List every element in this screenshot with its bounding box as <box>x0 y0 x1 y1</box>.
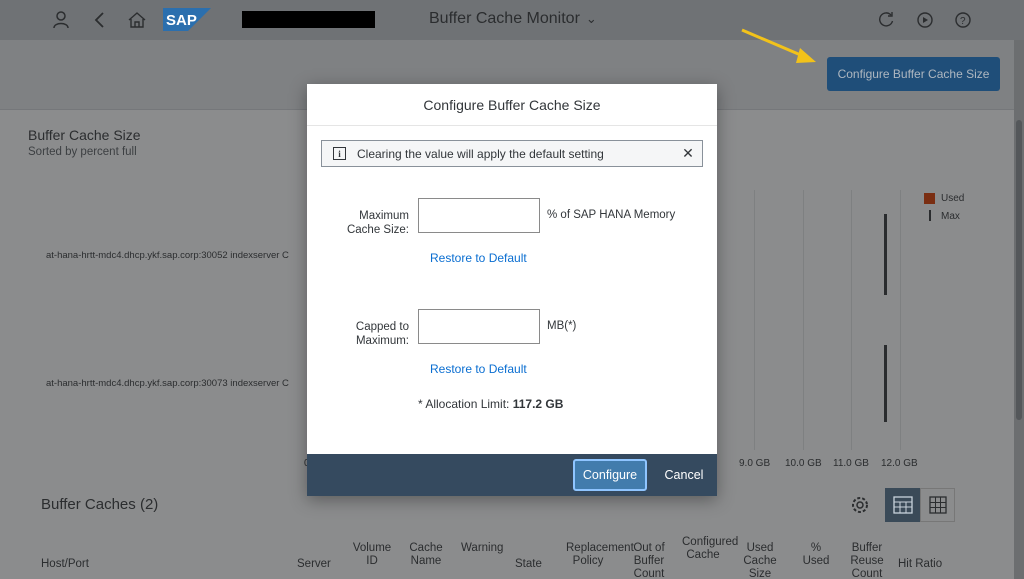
legend-used-swatch <box>924 193 935 204</box>
back-icon[interactable] <box>87 8 111 32</box>
restore-default-link[interactable]: Restore to Default <box>430 362 527 376</box>
column-header[interactable]: Cache Name <box>406 542 446 568</box>
chart-table-view-button[interactable] <box>885 488 920 522</box>
max-cache-size-input[interactable] <box>418 198 540 233</box>
close-icon[interactable]: ✕ <box>678 145 698 162</box>
gear-icon[interactable] <box>848 493 872 517</box>
chart-category-label: at-hana-hrtt-mdc4.dhcp.ykf.sap.corp:3007… <box>46 378 289 389</box>
x-tick-label: 11.0 GB <box>833 458 869 469</box>
capped-to-maximum-label: Capped to Maximum: <box>355 321 409 347</box>
gridline <box>851 190 852 450</box>
gridline <box>900 190 901 450</box>
allocation-limit: * Allocation Limit: 117.2 GB <box>418 397 563 411</box>
sap-logo[interactable]: SAP <box>163 8 211 31</box>
column-header[interactable]: % Used <box>800 542 832 568</box>
app-title-text: Buffer Cache Monitor <box>429 10 580 27</box>
capped-to-maximum-input[interactable] <box>418 309 540 344</box>
app-title[interactable]: Buffer Cache Monitor ⌄ <box>429 10 597 28</box>
configure-button[interactable]: Configure <box>573 459 647 491</box>
column-header[interactable]: Host/Port <box>41 558 89 571</box>
column-header[interactable]: Hit Ratio <box>898 558 942 571</box>
capped-unit: MB(*) <box>547 320 577 332</box>
column-header[interactable]: Used Cache Size <box>740 542 780 579</box>
column-header[interactable]: Warning <box>461 542 503 555</box>
home-icon[interactable] <box>125 8 149 32</box>
column-header[interactable]: Buffer Reuse Count <box>848 542 886 579</box>
chart-subtitle: Sorted by percent full <box>28 146 137 158</box>
max-marker-bar <box>884 214 887 295</box>
table-icon <box>928 496 947 514</box>
configure-dialog: Configure Buffer Cache Size i Clearing t… <box>307 84 717 496</box>
max-cache-unit: % of SAP HANA Memory <box>547 209 676 221</box>
dialog-title: Configure Buffer Cache Size <box>307 84 717 126</box>
column-header[interactable]: State <box>515 558 542 571</box>
restore-default-link[interactable]: Restore to Default <box>430 251 527 265</box>
column-header[interactable]: Out of Buffer Count <box>628 542 670 579</box>
chart-category-label: at-hana-hrtt-mdc4.dhcp.ykf.sap.corp:3005… <box>46 250 289 261</box>
buffer-caches-title: Buffer Caches (2) <box>41 496 159 513</box>
help-icon[interactable]: ? <box>951 8 975 32</box>
redacted-block <box>242 11 375 28</box>
legend-max-label: Max <box>941 211 960 222</box>
configure-buffer-cache-size-button[interactable]: Configure Buffer Cache Size <box>827 57 1000 91</box>
column-header[interactable]: Volume ID <box>350 542 394 568</box>
table-view-button[interactable] <box>920 488 955 522</box>
user-icon[interactable] <box>49 8 73 32</box>
column-header[interactable]: Replacement Policy <box>566 542 634 568</box>
chart-title: Buffer Cache Size <box>28 127 141 143</box>
info-icon: i <box>333 147 346 160</box>
chart-table-icon <box>892 496 913 514</box>
legend-used-label: Used <box>941 193 965 204</box>
dialog-footer <box>307 454 717 496</box>
refresh-icon[interactable] <box>874 8 898 32</box>
column-header[interactable]: Server <box>297 558 331 571</box>
x-tick-label: 9.0 GB <box>739 458 771 469</box>
allocation-limit-value: 117.2 GB <box>512 397 564 411</box>
info-message-strip: i Clearing the value will apply the defa… <box>321 140 703 167</box>
gridline <box>754 190 755 450</box>
x-tick-label: 10.0 GB <box>785 458 822 469</box>
cancel-button[interactable]: Cancel <box>657 459 711 491</box>
chevron-down-icon: ⌄ <box>585 11 597 26</box>
scrollbar-thumb[interactable] <box>1016 120 1022 420</box>
max-marker-bar <box>884 345 887 422</box>
gridline <box>803 190 804 450</box>
play-icon[interactable] <box>913 8 937 32</box>
info-message-text: Clearing the value will apply the defaul… <box>357 146 604 161</box>
shell-header: SAP Buffer Cache Monitor ⌄ ? <box>0 0 1024 40</box>
legend-max-marker <box>929 210 931 221</box>
column-header[interactable]: Configured Cache <box>682 536 738 562</box>
max-cache-size-label: Maximum Cache Size: <box>346 210 409 236</box>
svg-text:?: ? <box>960 16 966 27</box>
svg-text:SAP: SAP <box>166 12 197 29</box>
annotation-arrow-icon <box>741 28 816 63</box>
allocation-limit-label: * Allocation Limit: <box>418 397 513 411</box>
x-tick-label: 12.0 GB <box>881 458 918 469</box>
